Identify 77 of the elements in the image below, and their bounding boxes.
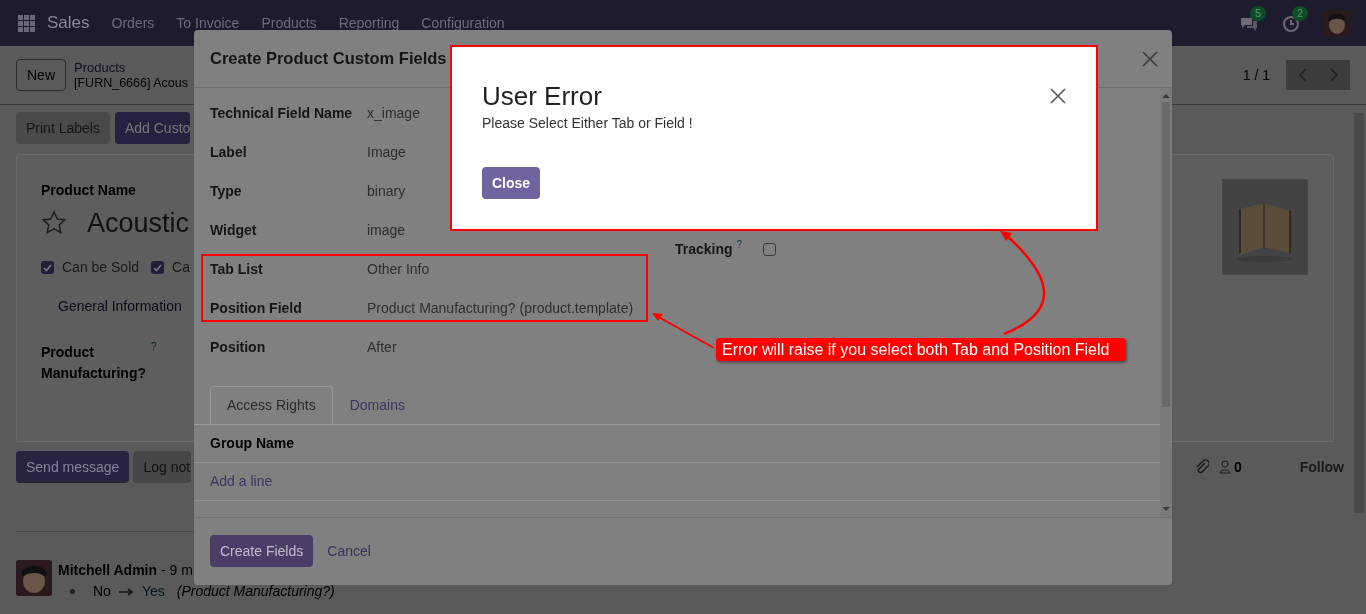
field-label: Technical Field Name	[210, 104, 354, 123]
chat-icon[interactable]	[1240, 15, 1258, 32]
author-name: Mitchell Admin	[58, 561, 158, 580]
field-label: Tab List	[210, 260, 264, 279]
callout-label: Error will raise if you select both Tab and Position Field	[716, 338, 1126, 361]
menu-item[interactable]: Orders	[111, 12, 155, 34]
menu-item[interactable]: Reporting	[338, 12, 400, 34]
menu-item[interactable]: Products	[261, 12, 317, 34]
field-label: Label	[210, 143, 248, 162]
notification-badge: 2	[1292, 5, 1309, 21]
cancel-button[interactable]: Cancel	[327, 535, 371, 567]
column-header: Group Name	[210, 434, 294, 453]
scroll-up-icon[interactable]	[1160, 92, 1172, 100]
close-button[interactable]: Close	[482, 167, 541, 199]
send-message-button[interactable]: Send message	[16, 451, 130, 483]
menu-item[interactable]: Configuration	[421, 12, 505, 34]
breadcrumb-link[interactable]: Products	[74, 59, 188, 75]
field-label: Product Name	[41, 181, 137, 200]
field-label: Widget	[210, 221, 258, 240]
checkbox[interactable]	[762, 243, 776, 256]
checkbox[interactable]	[151, 261, 165, 274]
field-label: Type	[210, 182, 243, 201]
followers-button[interactable]: 0	[1218, 456, 1242, 478]
star-icon[interactable]	[41, 210, 67, 236]
tab[interactable]: Domains	[332, 386, 422, 424]
user-avatar[interactable]	[1324, 10, 1350, 36]
arrow	[650, 310, 716, 350]
paperclip-icon[interactable]	[1194, 459, 1209, 475]
menu-item[interactable]: To Invoice	[176, 12, 240, 34]
check-icon	[43, 263, 52, 272]
dialog-title: User Error	[482, 81, 602, 111]
checkbox[interactable]	[41, 261, 54, 274]
chevron-right-icon	[1329, 68, 1339, 82]
field-label: Position Field	[210, 299, 303, 318]
error-message: Please Select Either Tab or Field !	[482, 114, 694, 133]
checkbox-label: Ca	[172, 258, 190, 277]
record-title: [FURN_6666] Acous	[74, 74, 188, 91]
field-value: Image	[367, 143, 406, 162]
old-value: No	[93, 582, 111, 601]
field-label: Tracking	[675, 240, 733, 259]
close-icon[interactable]	[1142, 50, 1158, 67]
check-icon	[153, 263, 163, 272]
tab[interactable]: General Information	[58, 296, 193, 317]
follow-button[interactable]: Follow	[1299, 456, 1344, 478]
field-value: After	[367, 338, 397, 357]
checkbox-label: Can be Sold	[62, 258, 140, 277]
close-icon[interactable]	[1050, 88, 1066, 104]
field-value: image	[367, 221, 406, 240]
user-avatar	[16, 560, 52, 596]
product-name: Acoustic	[87, 206, 190, 240]
pager-counter: 1 / 1	[1242, 65, 1270, 85]
new-button[interactable]: New	[16, 59, 66, 91]
tab[interactable]: Access Rights	[210, 386, 333, 424]
bullet-icon	[70, 589, 75, 594]
field-label: Product Manufacturing?	[41, 343, 147, 383]
notification-badge: 5	[1250, 5, 1267, 21]
dialog-title: Create Product Custom Fields	[210, 48, 447, 70]
help-icon[interactable]: ?	[736, 240, 743, 250]
field-name: (Product Manufacturing?)	[176, 582, 335, 601]
arrow-right-icon	[118, 587, 134, 596]
field-value: binary	[367, 182, 406, 201]
add-line-link[interactable]: Add a line	[210, 471, 273, 492]
chevron-left-icon	[1297, 68, 1307, 82]
scrollbar[interactable]	[1160, 88, 1172, 517]
create-fields-button[interactable]: Create Fields	[210, 535, 314, 567]
message-time: - 9 m	[161, 561, 193, 580]
help-icon[interactable]: ?	[151, 342, 157, 352]
apps-menu-icon[interactable]	[18, 14, 35, 32]
field-value: Other Info	[367, 260, 430, 279]
field-label: Position	[210, 338, 267, 357]
add-button[interactable]: Add Custo	[114, 112, 190, 144]
person-icon	[1218, 460, 1231, 474]
app-name[interactable]: Sales	[47, 10, 90, 36]
field-value: x_image	[367, 104, 420, 123]
field-value: Product Manufacturing? (product.template)	[367, 299, 634, 318]
scroll-down-icon[interactable]	[1160, 505, 1172, 513]
new-value: Yes	[141, 582, 165, 601]
